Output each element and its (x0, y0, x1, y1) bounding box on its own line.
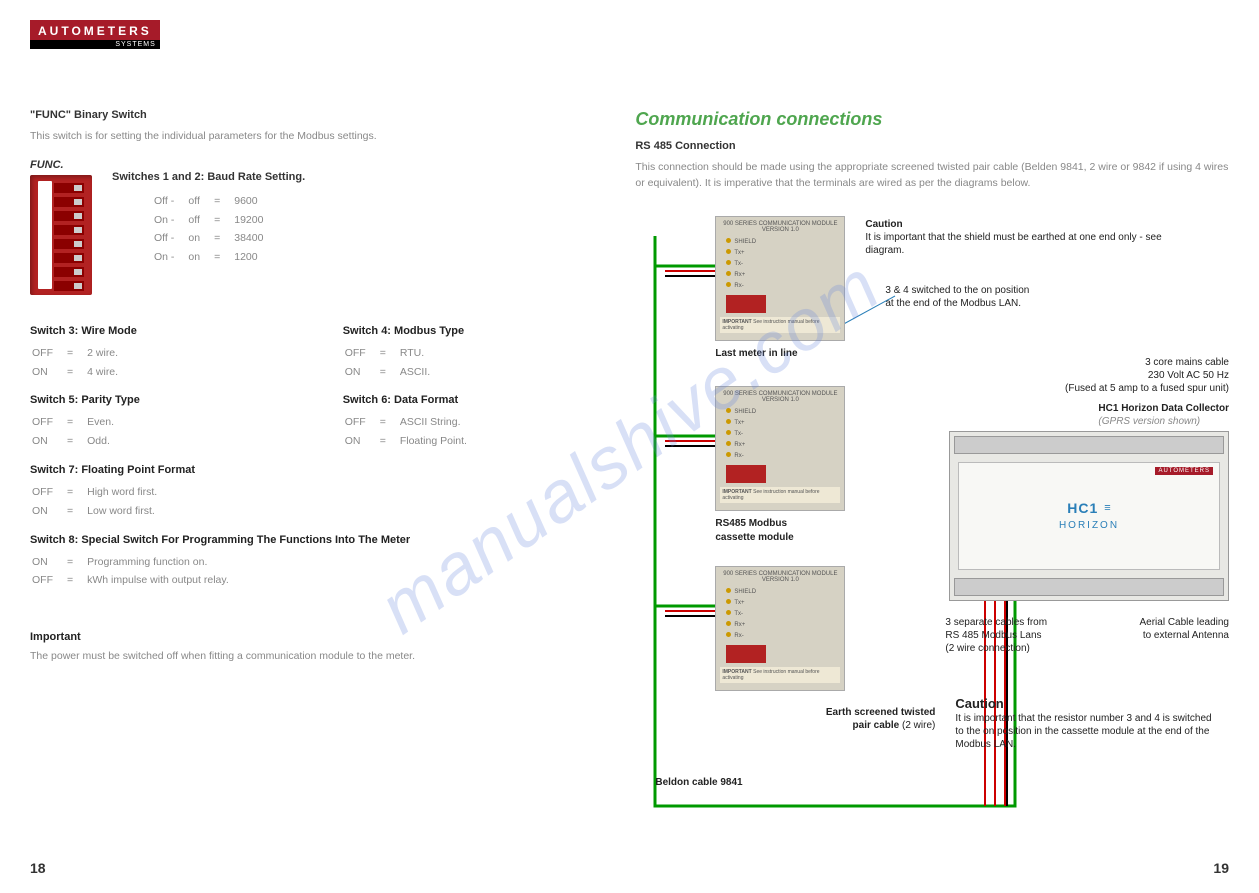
beldon-label: Beldon cable 9841 (655, 776, 742, 789)
sw8-table: ON=Programming function on. OFF=kWh impu… (30, 552, 243, 592)
page-18: "FUNC" Binary Switch This switch is for … (30, 109, 595, 846)
rs485-intro: This connection should be made using the… (635, 160, 1229, 192)
caution-1: Caution It is important that the shield … (865, 218, 1165, 257)
sw3-table: OFF=2 wire. ON=4 wire. (30, 343, 132, 383)
cable-note-1: 3 separate cables from RS 485 Modbus Lan… (945, 616, 1085, 655)
earth-note: Earth screened twisted pair cable pair c… (785, 706, 935, 732)
important-text: The power must be switched off when fitt… (30, 649, 595, 665)
label-rs485b: cassette module (715, 532, 793, 543)
page-number-right: 19 (1213, 860, 1229, 876)
sw6-table: OFF=ASCII String. ON=Floating Point. (343, 412, 481, 452)
sw7-table: OFF=High word first. ON=Low word first. (30, 482, 171, 522)
dip-switch-icon (30, 175, 92, 295)
brand-sub: SYSTEMS (30, 40, 160, 49)
hc1-title-block: HC1 Horizon Data Collector (GPRS version… (1098, 402, 1229, 428)
page-19: Communication connections RS 485 Connect… (635, 109, 1229, 846)
brand-name: AUTOMETERS (30, 20, 160, 40)
func-title: "FUNC" Binary Switch (30, 109, 595, 121)
module-rs485: 900 SERIES COMMUNICATION MODULE VERSION … (715, 386, 845, 511)
func-label: FUNC. (30, 159, 595, 171)
brand-logo: AUTOMETERS SYSTEMS (30, 20, 160, 49)
label-rs485a: RS485 Modbus (715, 518, 787, 529)
hc1-device: AUTOMETERS HC1 ≡ HORIZON (949, 431, 1229, 601)
module-header: 900 SERIES COMMUNICATION MODULE VERSION … (720, 221, 840, 234)
comm-heading: Communication connections (635, 109, 1229, 130)
module-last-meter: 900 SERIES COMMUNICATION MODULE VERSION … (715, 216, 845, 341)
sw4-title: Switch 4: Modbus Type (343, 325, 596, 337)
sw5-table: OFF=Even. ON=Odd. (30, 412, 128, 452)
caution-2: Caution It is important that the resisto… (955, 696, 1215, 752)
mains-note: 3 core mains cable 230 Volt AC 50 Hz (Fu… (1065, 356, 1229, 395)
sw8-title: Switch 8: Special Switch For Programming… (30, 534, 595, 546)
module-3: 900 SERIES COMMUNICATION MODULE VERSION … (715, 566, 845, 691)
sw6-title: Switch 6: Data Format (343, 394, 596, 406)
page-number-left: 18 (30, 860, 46, 876)
label-last-meter: Last meter in line (715, 348, 797, 359)
baud-table: Off -off=9600 On -off=19200 Off -on=3840… (152, 191, 277, 268)
hc1-logo-icon: HC1 (1067, 500, 1098, 516)
sw5-title: Switch 5: Parity Type (30, 394, 283, 406)
sw7-title: Switch 7: Floating Point Format (30, 464, 595, 476)
annot-switch34: 3 & 4 switched to the on position at the… (885, 284, 1035, 310)
important-title: Important (30, 631, 595, 643)
func-desc: This switch is for setting the individua… (30, 129, 595, 145)
sw4-table: OFF=RTU. ON=ASCII. (343, 343, 444, 383)
connection-diagram: 900 SERIES COMMUNICATION MODULE VERSION … (635, 206, 1229, 846)
sw3-title: Switch 3: Wire Mode (30, 325, 283, 337)
baud-title: Switches 1 and 2: Baud Rate Setting. (112, 171, 305, 183)
rs485-sub: RS 485 Connection (635, 140, 1229, 152)
cable-note-2: Aerial Cable leading to external Antenna (1139, 616, 1229, 642)
